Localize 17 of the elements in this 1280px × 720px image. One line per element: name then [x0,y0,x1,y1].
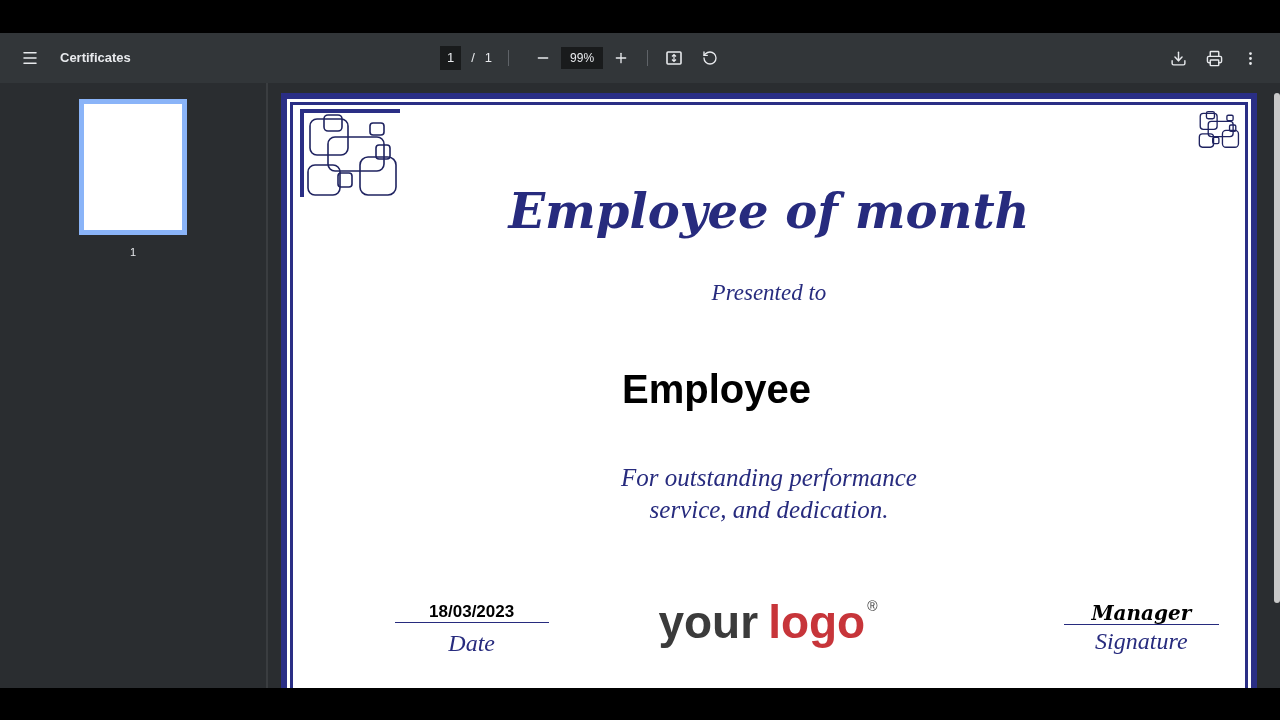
company-logo: your logo® [657,595,879,650]
document-title: Certificates [60,49,132,68]
zoom-field[interactable]: 99% [561,47,604,69]
signature-text: Manager [1063,602,1219,625]
signature-caption: Signature [1095,627,1188,655]
citation-text: For outstanding performance service, and dedication. [621,463,917,525]
recipient-name: Employee [622,366,811,413]
certificate-heading: Employee of month [508,182,1030,241]
scrollbar[interactable] [1274,93,1280,603]
page-total: 1 [484,49,493,68]
page-thumbnail[interactable] [79,99,187,235]
page-separator: / [471,49,475,68]
page-number-field[interactable]: 1 [440,46,462,70]
date-caption: Date [448,629,495,657]
date-text: 18/03/2023 [394,602,549,623]
thumbnail-label: 1 [129,245,137,260]
presented-to-text: Presented to [711,279,827,307]
